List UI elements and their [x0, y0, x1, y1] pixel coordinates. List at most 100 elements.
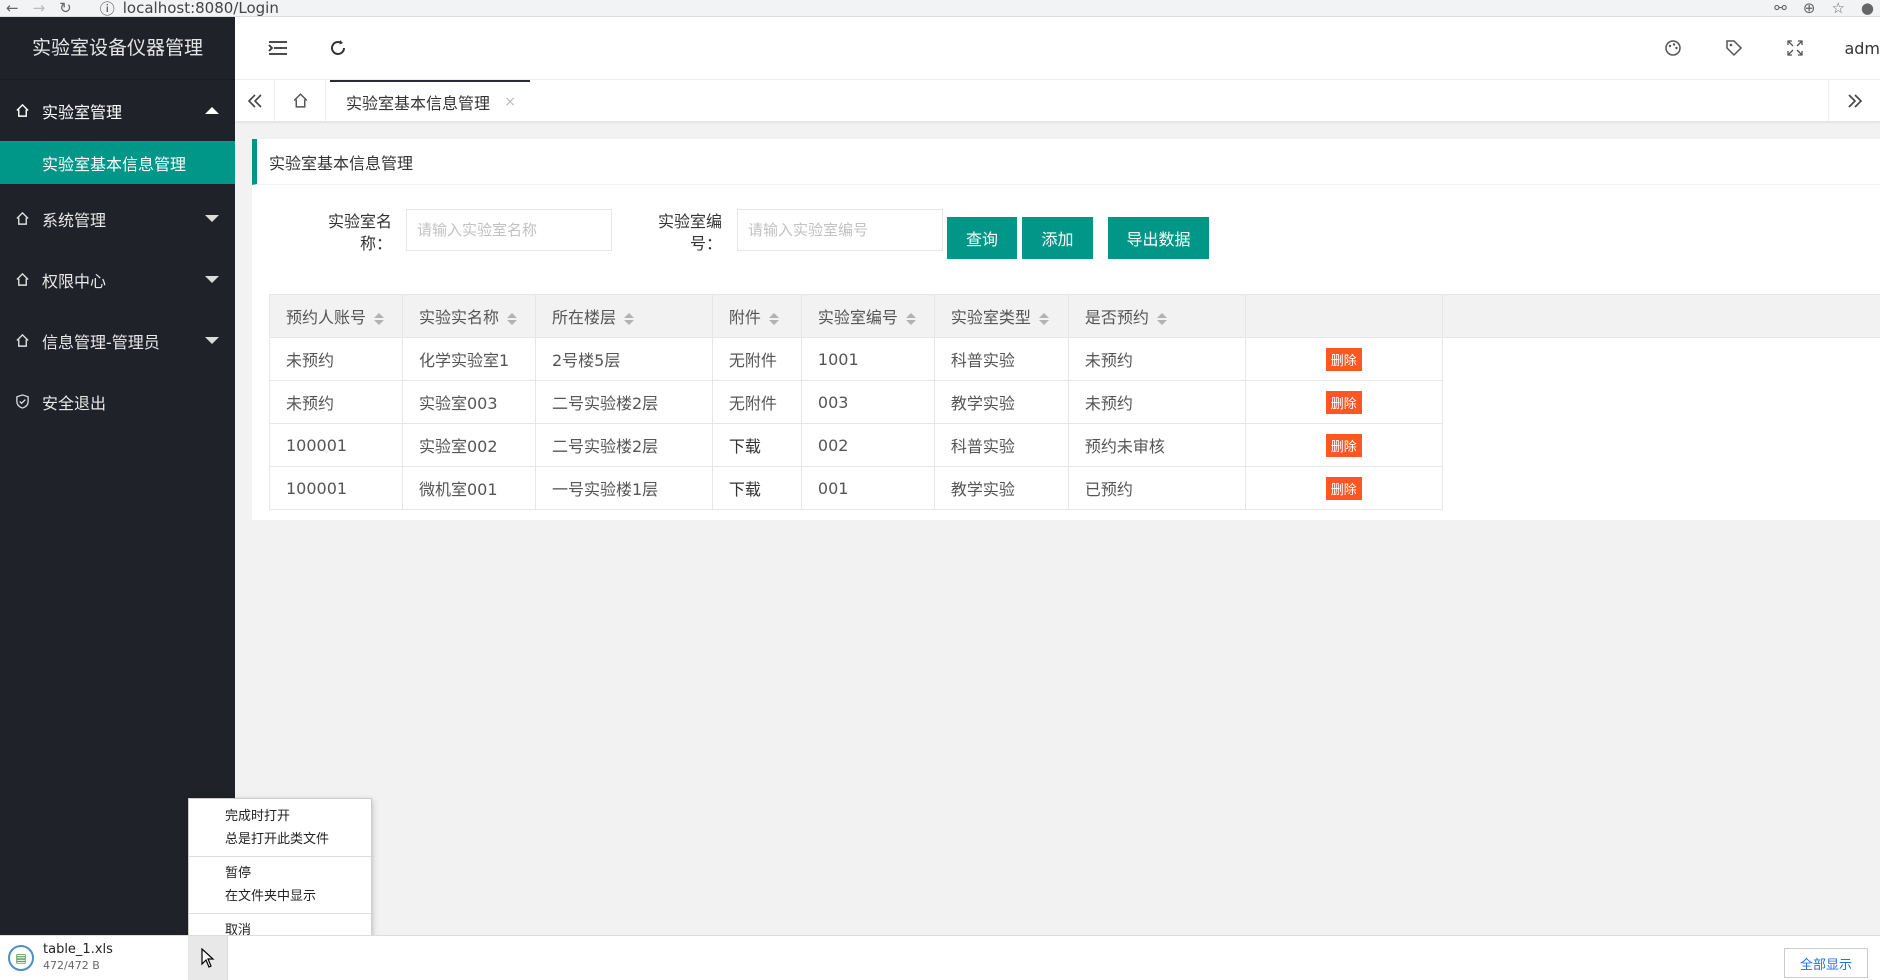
column-header-label: 实验实名称 [418, 308, 499, 327]
table-cell: 科普实验 [933, 337, 1069, 381]
back-icon[interactable]: ← [6, 0, 19, 16]
delete-button[interactable]: 删除 [1325, 347, 1362, 371]
delete-button[interactable]: 删除 [1325, 390, 1362, 414]
chevron-down-icon [205, 275, 219, 283]
menu-divider [189, 856, 371, 857]
zoom-icon[interactable]: ⊕ [1803, 0, 1816, 16]
table-cell: 003 [800, 380, 935, 424]
column-header[interactable]: 实验室编号 [800, 294, 935, 338]
table-cell: 微机室001 [401, 466, 536, 510]
sidebar-item-info-admin[interactable]: 信息管理-管理员 [0, 310, 235, 371]
refresh-icon[interactable] [327, 37, 349, 59]
content-card: 实验室基本信息管理 实验室名称： 实验室编号： 查询 添加 导出数据 预约人账号… [252, 139, 1880, 520]
column-header[interactable]: 实验实名称 [401, 294, 536, 338]
spreadsheet-file-icon: ▤ [8, 945, 34, 971]
sidebar-item-permission[interactable]: 权限中心 [0, 249, 235, 310]
menu-toggle-icon[interactable] [267, 37, 289, 59]
sidebar-item-logout[interactable]: 安全退出 [0, 371, 235, 432]
home-icon [14, 333, 30, 349]
delete-button[interactable]: 删除 [1325, 433, 1362, 457]
table-cell: 未预约 [269, 337, 403, 381]
fullscreen-icon[interactable] [1784, 37, 1806, 59]
lab-code-label: 实验室编号： [657, 212, 722, 253]
menu-item-pause[interactable]: 暂停 [189, 862, 371, 885]
theme-icon[interactable] [1662, 37, 1684, 59]
menu-item-always-open[interactable]: 总是打开此类文件 [189, 828, 371, 851]
show-all-button[interactable]: 全部显示 [1783, 948, 1868, 978]
table-cell: 100001 [269, 466, 403, 510]
home-tab-icon[interactable] [275, 80, 326, 121]
home-icon [14, 211, 30, 227]
export-button[interactable]: 导出数据 [1108, 217, 1209, 259]
shield-icon [14, 394, 30, 410]
column-header-label: 是否预约 [1084, 308, 1149, 327]
column-header[interactable]: 附件 [711, 294, 802, 338]
download-link[interactable]: 下载 [711, 423, 802, 467]
table-header-row: 预约人账号 实验实名称 所在楼层 附件 实验室编号 实验室类型 是否预约 [269, 294, 1880, 338]
column-header[interactable]: 实验室类型 [933, 294, 1069, 338]
cursor-icon [200, 948, 215, 968]
query-button[interactable]: 查询 [947, 217, 1017, 259]
table-cell: 预约未审核 [1067, 423, 1246, 467]
tabs-scroll-right-icon[interactable] [1828, 80, 1880, 121]
table-filler [1441, 466, 1880, 510]
forward-icon[interactable]: → [33, 0, 46, 16]
reload-icon[interactable]: ↻ [59, 0, 72, 16]
table-cell-actions: 删除 [1244, 423, 1443, 467]
sort-icon[interactable] [507, 312, 517, 325]
sidebar-item-label: 权限中心 [42, 271, 107, 291]
lab-code-input[interactable] [737, 209, 943, 251]
sort-icon[interactable] [1156, 312, 1167, 325]
address-bar[interactable]: ⓘ localhost:8080/Login [99, 0, 279, 17]
table-cell: 无附件 [711, 380, 802, 424]
column-header-label: 附件 [728, 308, 761, 327]
chevron-down-icon [205, 214, 219, 222]
menu-item-open-when-done[interactable]: 完成时打开 [189, 805, 371, 828]
add-button[interactable]: 添加 [1022, 217, 1093, 259]
lab-name-input[interactable] [406, 209, 612, 251]
home-icon [14, 103, 30, 119]
menu-item-show-in-folder[interactable]: 在文件夹中显示 [189, 885, 371, 908]
sort-icon[interactable] [1038, 312, 1049, 325]
delete-button[interactable]: 删除 [1325, 476, 1362, 500]
table-filler [1441, 423, 1880, 467]
table-filler [1441, 380, 1880, 424]
table-filler [1441, 337, 1880, 381]
sidebar-item-system[interactable]: 系统管理 [0, 188, 235, 249]
home-icon [14, 272, 30, 288]
table-cell-actions: 删除 [1244, 380, 1443, 424]
star-icon[interactable]: ☆ [1831, 0, 1844, 16]
sort-icon[interactable] [905, 312, 916, 325]
info-icon: ⓘ [99, 0, 115, 17]
table-cell: 100001 [269, 423, 403, 467]
column-header-label: 实验室类型 [950, 308, 1031, 327]
profile-icon[interactable]: ● [1861, 0, 1874, 16]
table-cell: 无附件 [711, 337, 802, 381]
menu-divider [189, 913, 371, 914]
sort-icon[interactable] [768, 312, 779, 325]
tag-icon[interactable] [1723, 37, 1745, 59]
sort-icon[interactable] [623, 312, 634, 325]
column-header[interactable]: 预约人账号 [269, 294, 403, 338]
table-cell: 二号实验楼2层 [534, 423, 713, 467]
column-header-actions [1244, 294, 1443, 338]
sidebar-item-lab-management[interactable]: 实验室管理 [0, 80, 235, 141]
download-menu-button[interactable] [188, 936, 228, 980]
key-icon[interactable]: ⚯ [1774, 0, 1787, 16]
user-name[interactable]: adm [1844, 39, 1880, 58]
table-cell: 实验室003 [401, 380, 536, 424]
table-cell: 科普实验 [933, 423, 1069, 467]
sidebar-subitem-lab-info[interactable]: 实验室基本信息管理 [0, 141, 235, 184]
tab-lab-info[interactable]: 实验室基本信息管理 × [330, 80, 530, 121]
column-header[interactable]: 所在楼层 [534, 294, 713, 338]
column-header[interactable]: 是否预约 [1067, 294, 1246, 338]
sidebar-item-label: 安全退出 [42, 393, 107, 413]
download-context-menu: 完成时打开 总是打开此类文件 暂停 在文件夹中显示 取消 [188, 798, 372, 946]
download-link[interactable]: 下载 [711, 466, 802, 510]
close-icon[interactable]: × [504, 94, 516, 110]
table-cell: 教学实验 [933, 466, 1069, 510]
tabs-scroll-left-icon[interactable] [235, 80, 275, 121]
table-row: 未预约 化学实验室1 2号楼5层 无附件 1001 科普实验 未预约 删除 [269, 337, 1880, 381]
download-size: 472/472 B [43, 959, 100, 972]
sort-icon[interactable] [374, 312, 385, 325]
